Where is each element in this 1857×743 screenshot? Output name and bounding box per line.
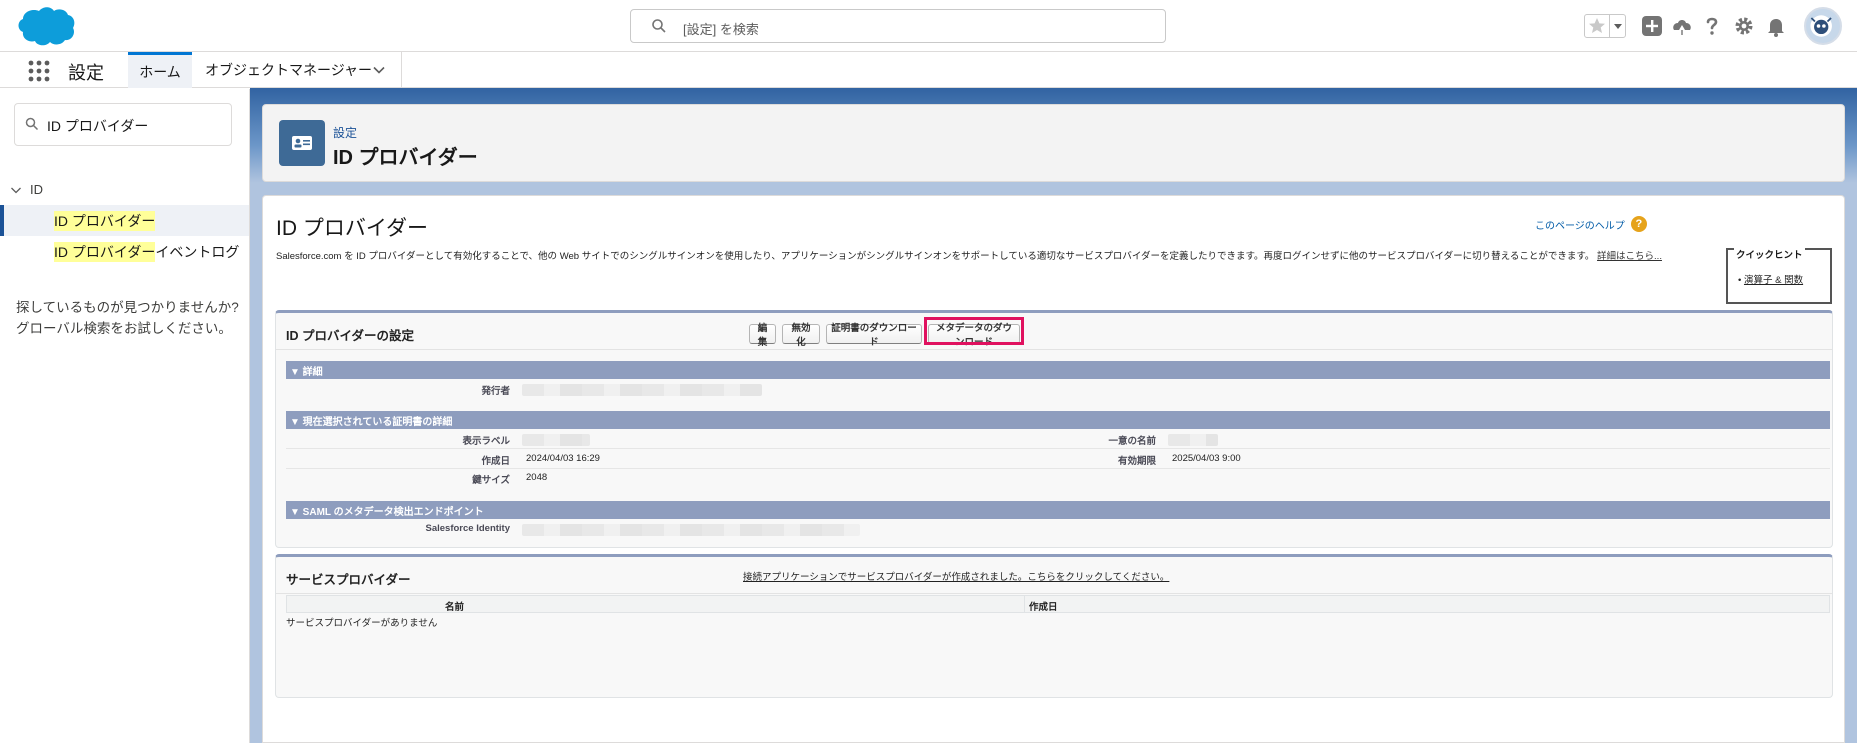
- key-size-label: 鍵サイズ: [472, 475, 510, 486]
- tab-home[interactable]: ホーム: [128, 52, 192, 88]
- search-icon: [652, 19, 666, 33]
- add-icon[interactable]: [1640, 14, 1664, 38]
- search-placeholder: [設定] を検索: [683, 22, 759, 37]
- divider: [276, 349, 1832, 350]
- quick-tips-title: クイックヒント: [1734, 247, 1805, 261]
- chevron-down-icon[interactable]: [10, 184, 22, 196]
- column-divider: [1024, 596, 1025, 612]
- operators-functions-link[interactable]: 演算子 & 関数: [1744, 275, 1803, 286]
- favorites-dropdown-button[interactable]: [1609, 15, 1625, 37]
- learn-more-link[interactable]: 詳細はこちら...: [1597, 251, 1662, 262]
- quick-tips-box: クイックヒント • 演算子 & 関数: [1726, 247, 1832, 304]
- download-certificate-button[interactable]: 証明書のダウンロード: [826, 323, 922, 348]
- caret-down-icon: [1614, 24, 1622, 29]
- service-providers-table-header: 名前 作成日: [286, 595, 1830, 613]
- sidebar-help-text: 探しているものが見つかりませんか? グローバル検索をお試しください。: [16, 300, 239, 336]
- salesforce-identity-label: Salesforce Identity: [425, 523, 510, 534]
- idp-settings-block: ID プロバイダーの設定 編集 無効化 証明書のダウンロード メタデータのダウン…: [275, 310, 1833, 548]
- page-description: Salesforce.com を ID プロバイダーとして有効化することで、他の…: [276, 248, 1662, 262]
- global-header: [設定] を検索: [0, 0, 1857, 52]
- tree-group-label: ID: [30, 182, 43, 197]
- help-for-this-page-link[interactable]: このページのヘルプ ?: [1535, 216, 1647, 232]
- breadcrumb[interactable]: 設定: [333, 124, 357, 141]
- sidebar-item-identity-provider-event-log[interactable]: ID プロバイダー イベントログ: [0, 236, 249, 267]
- content-title: ID プロバイダー: [276, 217, 428, 240]
- cert-label-label: 表示ラベル: [462, 436, 510, 447]
- divider: [276, 593, 1832, 594]
- notifications-bell-icon[interactable]: [1764, 14, 1788, 38]
- astro-avatar-icon: [1810, 15, 1832, 37]
- section-header-detail[interactable]: ▼ 詳細: [286, 361, 1830, 379]
- search-match-highlight: ID プロバイダー: [54, 241, 156, 262]
- app-launcher-icon[interactable]: [28, 60, 50, 82]
- highlight-box: [924, 317, 1024, 345]
- setup-sidebar: ID プロバイダー ID ID プロバイダー ID プロバイダー イベントログ 探…: [0, 89, 250, 743]
- key-size-value: 2048: [526, 472, 548, 483]
- row-divider: [286, 448, 1830, 449]
- main-content: ID プロバイダー このページのヘルプ ? Salesforce.com を I…: [262, 195, 1845, 743]
- sidebar-item-label-rest: イベントログ: [155, 243, 240, 260]
- trailhead-icon[interactable]: [1670, 14, 1694, 38]
- tab-object-manager-label: オブジェクトマネージャー: [205, 62, 373, 78]
- empty-table-message: サービスプロバイダーがありません: [286, 618, 438, 629]
- disable-button[interactable]: 無効化: [782, 323, 820, 348]
- sidebar-item-identity-provider[interactable]: ID プロバイダー: [0, 205, 249, 236]
- salesforce-cloud-logo[interactable]: [14, 5, 76, 47]
- expiration-label: 有効期限: [1117, 456, 1156, 467]
- quick-find-value: ID プロバイダー: [47, 118, 149, 134]
- search-match-highlight: ID プロバイダー: [54, 210, 156, 231]
- idp-settings-title: ID プロバイダーの設定: [286, 329, 414, 343]
- global-search-box[interactable]: [設定] を検索: [630, 9, 1166, 43]
- issuer-value-redacted: [522, 384, 762, 396]
- quick-tip-item: • 演算子 & 関数: [1738, 275, 1804, 286]
- unique-name-value-redacted: [1168, 434, 1218, 446]
- tab-object-manager[interactable]: オブジェクトマネージャー: [194, 52, 402, 88]
- unique-name-label: 一意の名前: [1108, 436, 1156, 447]
- section-header-saml-endpoint[interactable]: ▼ SAML のメタデータ検出エンドポイント: [286, 501, 1830, 519]
- help-question-icon: ?: [1630, 216, 1647, 232]
- context-bar: 設定 ホーム オブジェクトマネージャー: [0, 52, 1857, 88]
- app-name: 設定: [68, 63, 104, 83]
- column-header-name[interactable]: 名前: [445, 599, 464, 613]
- service-providers-block: サービスプロバイダー 接続アプリケーションでサービスプロバイダーが作成されました…: [275, 554, 1833, 698]
- favorites-star-icon[interactable]: [1587, 16, 1607, 36]
- created-date-value: 2024/04/03 16:29: [526, 453, 600, 464]
- setup-gear-icon[interactable]: [1732, 14, 1756, 38]
- issuer-label: 発行者: [481, 386, 510, 397]
- connected-app-link[interactable]: 接続アプリケーションでサービスプロバイダーが作成されました。こちらをクリックして…: [743, 569, 1169, 583]
- column-header-created[interactable]: 作成日: [1029, 599, 1058, 613]
- help-icon[interactable]: [1700, 14, 1724, 38]
- row-divider: [286, 468, 1830, 469]
- identity-card-icon: [279, 120, 325, 166]
- favorites-group[interactable]: [1584, 14, 1626, 38]
- service-providers-title: サービスプロバイダー: [286, 573, 411, 587]
- chevron-down-icon[interactable]: [372, 63, 386, 77]
- salesforce-identity-value-redacted: [522, 524, 860, 536]
- expiration-value: 2025/04/03 9:00: [1172, 453, 1241, 464]
- help-link-label: このページのヘルプ: [1535, 220, 1625, 232]
- tree-group-id[interactable]: ID: [10, 182, 43, 197]
- cert-label-value-redacted: [522, 434, 590, 446]
- page-title: ID プロバイダー: [333, 147, 478, 169]
- edit-button[interactable]: 編集: [749, 323, 776, 348]
- page-header: 設定 ID プロバイダー: [262, 104, 1845, 182]
- search-icon: [25, 117, 39, 131]
- created-date-label: 作成日: [481, 456, 510, 467]
- quick-find-input[interactable]: ID プロバイダー: [14, 103, 232, 146]
- description-text: Salesforce.com を ID プロバイダーとして有効化することで、他の…: [276, 251, 1595, 262]
- section-header-certificate[interactable]: ▼ 現在選択されている証明書の詳細: [286, 411, 1830, 429]
- user-avatar[interactable]: [1804, 7, 1842, 45]
